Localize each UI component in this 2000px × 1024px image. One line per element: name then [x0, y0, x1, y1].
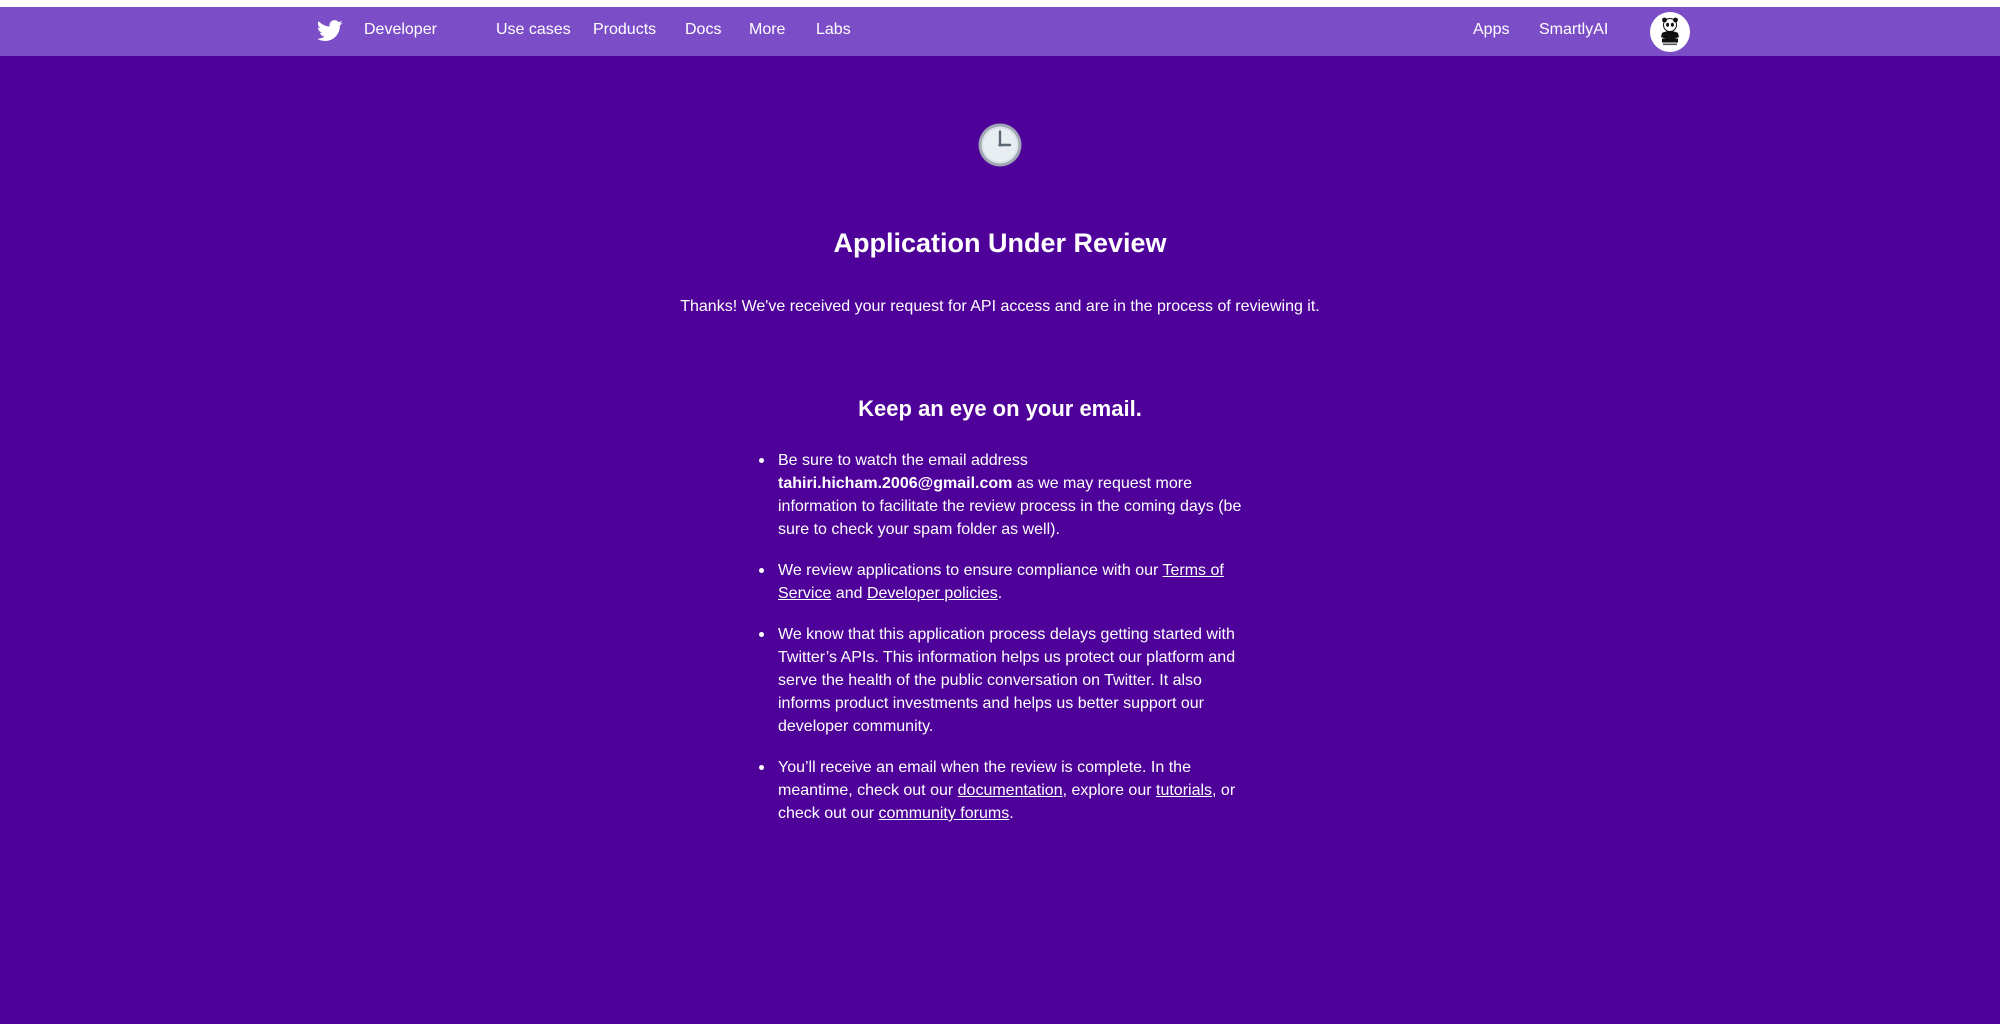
list-item-resources: You’ll receive an email when the review … — [759, 756, 1258, 825]
intro-text: Thanks! We've received your request for … — [680, 298, 1320, 315]
list-item-compliance: We review applications to ensure complia… — [759, 559, 1258, 605]
wwf-panda-avatar[interactable] — [1650, 12, 1690, 52]
process-text: We know that this application process de… — [778, 626, 1236, 735]
top-navbar: Developer Use cases Products Docs More L… — [0, 7, 2000, 56]
panda-logo-icon — [1661, 17, 1679, 46]
nav-item-more[interactable]: More — [749, 7, 785, 56]
compliance-text-pre: We review applications to ensure complia… — [778, 562, 1163, 579]
developer-policies-link[interactable]: Developer policies — [867, 585, 998, 602]
nav-item-products[interactable]: Products — [593, 7, 656, 56]
email-section-heading: Keep an eye on your email. — [858, 396, 1142, 421]
compliance-text-post: . — [997, 585, 1003, 602]
top-border — [0, 0, 2000, 7]
clock-icon — [978, 123, 1022, 167]
twitter-bird-icon[interactable] — [317, 20, 343, 42]
list-item-process: We know that this application process de… — [759, 623, 1258, 738]
nav-item-use-cases[interactable]: Use cases — [496, 7, 571, 56]
resources-text-mid1: , explore our — [1062, 782, 1156, 799]
community-forums-link[interactable]: community forums — [879, 805, 1010, 822]
email-address: tahiri.hicham.2006@gmail.com — [778, 475, 1013, 492]
nav-brand-developer[interactable]: Developer — [364, 7, 437, 56]
info-list: Be sure to watch the email address tahir… — [759, 449, 1258, 843]
documentation-link[interactable]: documentation — [958, 782, 1063, 799]
compliance-text-mid: and — [831, 585, 867, 602]
resources-text-post: . — [1009, 805, 1014, 822]
nav-item-docs[interactable]: Docs — [685, 7, 721, 56]
nav-item-account-smartlyai[interactable]: SmartlyAI — [1539, 7, 1608, 56]
email-text-pre: Be sure to watch the email address — [778, 452, 1028, 469]
nav-item-apps[interactable]: Apps — [1473, 7, 1509, 56]
list-item-email: Be sure to watch the email address tahir… — [759, 449, 1258, 541]
page-title: Application Under Review — [833, 228, 1167, 258]
nav-item-labs[interactable]: Labs — [816, 7, 851, 56]
tutorials-link[interactable]: tutorials — [1156, 782, 1212, 799]
